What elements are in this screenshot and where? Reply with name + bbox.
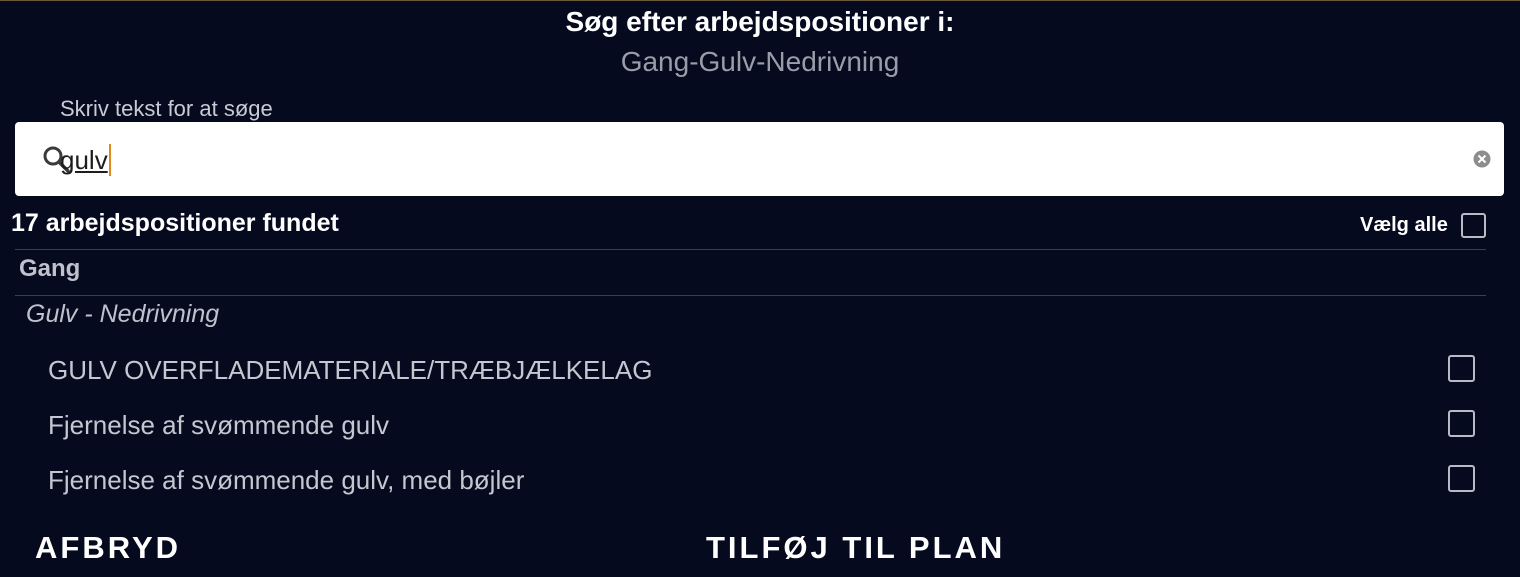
- select-all-label: Vælg alle: [1360, 214, 1448, 236]
- select-all-checkbox[interactable]: [1461, 213, 1486, 238]
- list-item-checkbox[interactable]: [1448, 465, 1475, 492]
- add-to-plan-button[interactable]: TILFØJ TIL PLAN: [706, 530, 1005, 566]
- search-input[interactable]: gulv: [60, 144, 111, 176]
- list-item-checkbox[interactable]: [1448, 355, 1475, 382]
- list-item-label: Fjernelse af svømmende gulv: [48, 410, 390, 440]
- dialog-subtitle: Gang-Gulv-Nedrivning: [620, 46, 900, 77]
- cancel-button[interactable]: AFBRYD: [35, 530, 181, 566]
- list-item-label: GULV OVERFLADEMATERIALE/TRÆBJÆLKELAG: [48, 355, 653, 385]
- search-input-value: gulv: [60, 145, 108, 175]
- group-title: Gang: [19, 255, 81, 282]
- clear-icon[interactable]: [1473, 150, 1491, 168]
- list-item-checkbox[interactable]: [1448, 410, 1475, 437]
- results-count: 17 arbejdspositioner fundet: [11, 209, 339, 237]
- subgroup-title: Gulv - Nedrivning: [26, 300, 220, 328]
- divider: [15, 295, 1486, 296]
- top-border: [0, 0, 1520, 1]
- dialog-title: Søg efter arbejdspositioner i:: [565, 6, 955, 37]
- list-item-label: Fjernelse af svømmende gulv, med bøjler: [48, 465, 525, 495]
- search-field[interactable]: gulv: [15, 122, 1504, 196]
- divider: [15, 249, 1486, 250]
- search-label: Skriv tekst for at søge: [60, 96, 273, 121]
- text-caret: [108, 144, 111, 176]
